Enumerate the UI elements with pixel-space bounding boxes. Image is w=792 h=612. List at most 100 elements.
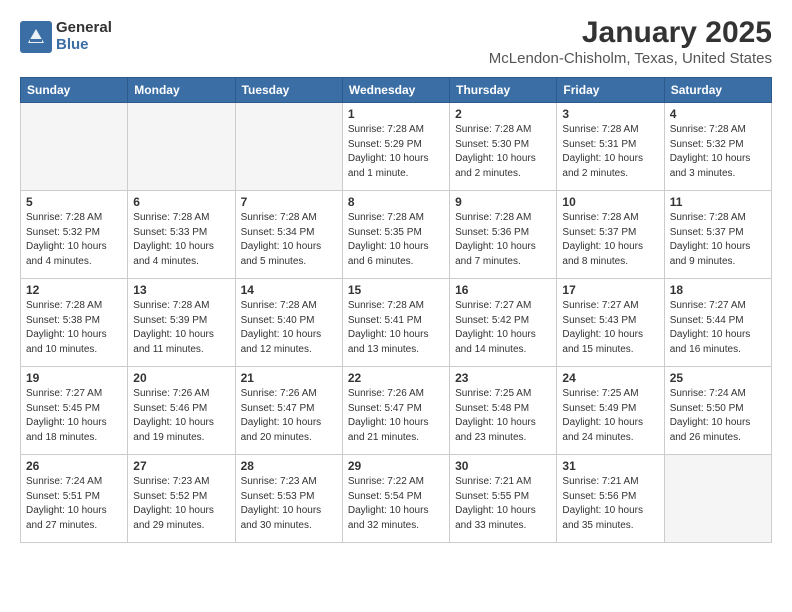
col-header-tuesday: Tuesday: [235, 78, 342, 103]
day-info: Sunrise: 7:22 AMSunset: 5:54 PMDaylight:…: [348, 475, 444, 533]
calendar-day: 10Sunrise: 7:28 AMSunset: 5:37 PMDayligh…: [557, 191, 664, 279]
day-number: 3: [562, 107, 658, 121]
day-number: 26: [26, 459, 122, 473]
day-info: Sunrise: 7:28 AMSunset: 5:41 PMDaylight:…: [348, 299, 444, 357]
day-info: Sunrise: 7:21 AMSunset: 5:55 PMDaylight:…: [455, 475, 551, 533]
calendar-day: 21 Sunrise: 7:26 AMSunset: 5:47 PMDayligh…: [235, 367, 342, 455]
day-number: 11: [670, 195, 766, 209]
day-number: 6: [133, 195, 229, 209]
day-info: Sunrise: 7:27 AMSunset: 5:45 PMDaylight:…: [26, 387, 122, 445]
day-number: 16: [455, 283, 551, 297]
day-number: 30: [455, 459, 551, 473]
location: McLendon-Chisholm, Texas, United States: [489, 50, 772, 67]
day-number: 17: [562, 283, 658, 297]
day-info: Sunrise: 7:28 AMSunset: 5:29 PMDaylight:…: [348, 123, 444, 181]
page-container: General Blue January 2025 McLendon-Chish…: [0, 0, 792, 563]
day-number: 24: [562, 371, 658, 385]
calendar-day: 5Sunrise: 7:28 AMSunset: 5:32 PMDaylight…: [21, 191, 128, 279]
calendar-week-1: 5Sunrise: 7:28 AMSunset: 5:32 PMDaylight…: [21, 191, 772, 279]
day-number: 27: [133, 459, 229, 473]
day-info: Sunrise: 7:23 AMSunset: 5:52 PMDaylight:…: [133, 475, 229, 533]
title-block: January 2025 McLendon-Chisholm, Texas, U…: [489, 16, 772, 67]
calendar-day: 11 Sunrise: 7:28 AMSunset: 5:37 PMDayligh…: [664, 191, 771, 279]
day-number: 10: [562, 195, 658, 209]
col-header-saturday: Saturday: [664, 78, 771, 103]
day-info: Sunrise: 7:25 AMSunset: 5:48 PMDaylight:…: [455, 387, 551, 445]
day-number: 21: [241, 371, 337, 385]
day-info: Sunrise: 7:28 AMSunset: 5:32 PMDaylight:…: [670, 123, 766, 181]
day-number: 9: [455, 195, 551, 209]
day-info: Sunrise: 7:27 AMSunset: 5:42 PMDaylight:…: [455, 299, 551, 357]
day-number: 5: [26, 195, 122, 209]
calendar-day: 15 Sunrise: 7:28 AMSunset: 5:41 PMDayligh…: [342, 279, 449, 367]
logo: General Blue: [20, 20, 112, 53]
calendar-day: 31 Sunrise: 7:21 AMSunset: 5:56 PMDayligh…: [557, 455, 664, 543]
day-info: Sunrise: 7:25 AMSunset: 5:49 PMDaylight:…: [562, 387, 658, 445]
calendar-day: 12 Sunrise: 7:28 AMSunset: 5:38 PMDayligh…: [21, 279, 128, 367]
day-number: 31: [562, 459, 658, 473]
calendar-week-3: 19 Sunrise: 7:27 AMSunset: 5:45 PMDayligh…: [21, 367, 772, 455]
day-info: Sunrise: 7:28 AMSunset: 5:38 PMDaylight:…: [26, 299, 122, 357]
calendar-day: 18Sunrise: 7:27 AMSunset: 5:44 PMDayligh…: [664, 279, 771, 367]
calendar-day: [21, 103, 128, 191]
calendar-day: 8 Sunrise: 7:28 AMSunset: 5:35 PMDaylight…: [342, 191, 449, 279]
calendar-day: 13Sunrise: 7:28 AMSunset: 5:39 PMDayligh…: [128, 279, 235, 367]
day-info: Sunrise: 7:21 AMSunset: 5:56 PMDaylight:…: [562, 475, 658, 533]
day-number: 7: [241, 195, 337, 209]
day-number: 25: [670, 371, 766, 385]
calendar-day: 24 Sunrise: 7:25 AMSunset: 5:49 PMDayligh…: [557, 367, 664, 455]
calendar-day: 6Sunrise: 7:28 AMSunset: 5:33 PMDaylight…: [128, 191, 235, 279]
calendar-day: 28 Sunrise: 7:23 AMSunset: 5:53 PMDayligh…: [235, 455, 342, 543]
calendar-header-row: SundayMondayTuesdayWednesdayThursdayFrid…: [21, 78, 772, 103]
day-info: Sunrise: 7:26 AMSunset: 5:46 PMDaylight:…: [133, 387, 229, 445]
day-info: Sunrise: 7:26 AMSunset: 5:47 PMDaylight:…: [241, 387, 337, 445]
day-info: Sunrise: 7:28 AMSunset: 5:35 PMDaylight:…: [348, 211, 444, 269]
calendar-week-2: 12 Sunrise: 7:28 AMSunset: 5:38 PMDayligh…: [21, 279, 772, 367]
day-info: Sunrise: 7:26 AMSunset: 5:47 PMDaylight:…: [348, 387, 444, 445]
logo-icon: [20, 21, 52, 53]
day-info: Sunrise: 7:28 AMSunset: 5:34 PMDaylight:…: [241, 211, 337, 269]
day-info: Sunrise: 7:27 AMSunset: 5:44 PMDaylight:…: [670, 299, 766, 357]
day-number: 4: [670, 107, 766, 121]
day-number: 14: [241, 283, 337, 297]
calendar-day: 9 Sunrise: 7:28 AMSunset: 5:36 PMDaylight…: [450, 191, 557, 279]
col-header-sunday: Sunday: [21, 78, 128, 103]
col-header-monday: Monday: [128, 78, 235, 103]
day-number: 1: [348, 107, 444, 121]
day-number: 8: [348, 195, 444, 209]
header: General Blue January 2025 McLendon-Chish…: [20, 16, 772, 67]
calendar-day: [664, 455, 771, 543]
day-info: Sunrise: 7:24 AMSunset: 5:50 PMDaylight:…: [670, 387, 766, 445]
day-info: Sunrise: 7:23 AMSunset: 5:53 PMDaylight:…: [241, 475, 337, 533]
calendar-day: 25 Sunrise: 7:24 AMSunset: 5:50 PMDayligh…: [664, 367, 771, 455]
day-number: 13: [133, 283, 229, 297]
day-number: 19: [26, 371, 122, 385]
day-number: 12: [26, 283, 122, 297]
logo-general-text: General: [56, 20, 112, 37]
calendar-day: 22Sunrise: 7:26 AMSunset: 5:47 PMDayligh…: [342, 367, 449, 455]
logo-text: General Blue: [56, 20, 112, 53]
day-info: Sunrise: 7:28 AMSunset: 5:37 PMDaylight:…: [670, 211, 766, 269]
calendar-day: 3 Sunrise: 7:28 AMSunset: 5:31 PMDaylight…: [557, 103, 664, 191]
calendar-day: [128, 103, 235, 191]
col-header-wednesday: Wednesday: [342, 78, 449, 103]
calendar-week-4: 26 Sunrise: 7:24 AMSunset: 5:51 PMDayligh…: [21, 455, 772, 543]
day-number: 2: [455, 107, 551, 121]
calendar-day: 14 Sunrise: 7:28 AMSunset: 5:40 PMDayligh…: [235, 279, 342, 367]
day-number: 29: [348, 459, 444, 473]
day-info: Sunrise: 7:28 AMSunset: 5:40 PMDaylight:…: [241, 299, 337, 357]
calendar-day: 19 Sunrise: 7:27 AMSunset: 5:45 PMDayligh…: [21, 367, 128, 455]
col-header-thursday: Thursday: [450, 78, 557, 103]
calendar-day: 20Sunrise: 7:26 AMSunset: 5:46 PMDayligh…: [128, 367, 235, 455]
calendar-day: 23 Sunrise: 7:25 AMSunset: 5:48 PMDayligh…: [450, 367, 557, 455]
calendar-day: 16 Sunrise: 7:27 AMSunset: 5:42 PMDayligh…: [450, 279, 557, 367]
day-number: 15: [348, 283, 444, 297]
day-number: 28: [241, 459, 337, 473]
day-info: Sunrise: 7:27 AMSunset: 5:43 PMDaylight:…: [562, 299, 658, 357]
day-info: Sunrise: 7:28 AMSunset: 5:31 PMDaylight:…: [562, 123, 658, 181]
month-title: January 2025: [489, 16, 772, 50]
day-info: Sunrise: 7:28 AMSunset: 5:36 PMDaylight:…: [455, 211, 551, 269]
calendar-day: 4 Sunrise: 7:28 AMSunset: 5:32 PMDaylight…: [664, 103, 771, 191]
day-info: Sunrise: 7:24 AMSunset: 5:51 PMDaylight:…: [26, 475, 122, 533]
day-number: 23: [455, 371, 551, 385]
